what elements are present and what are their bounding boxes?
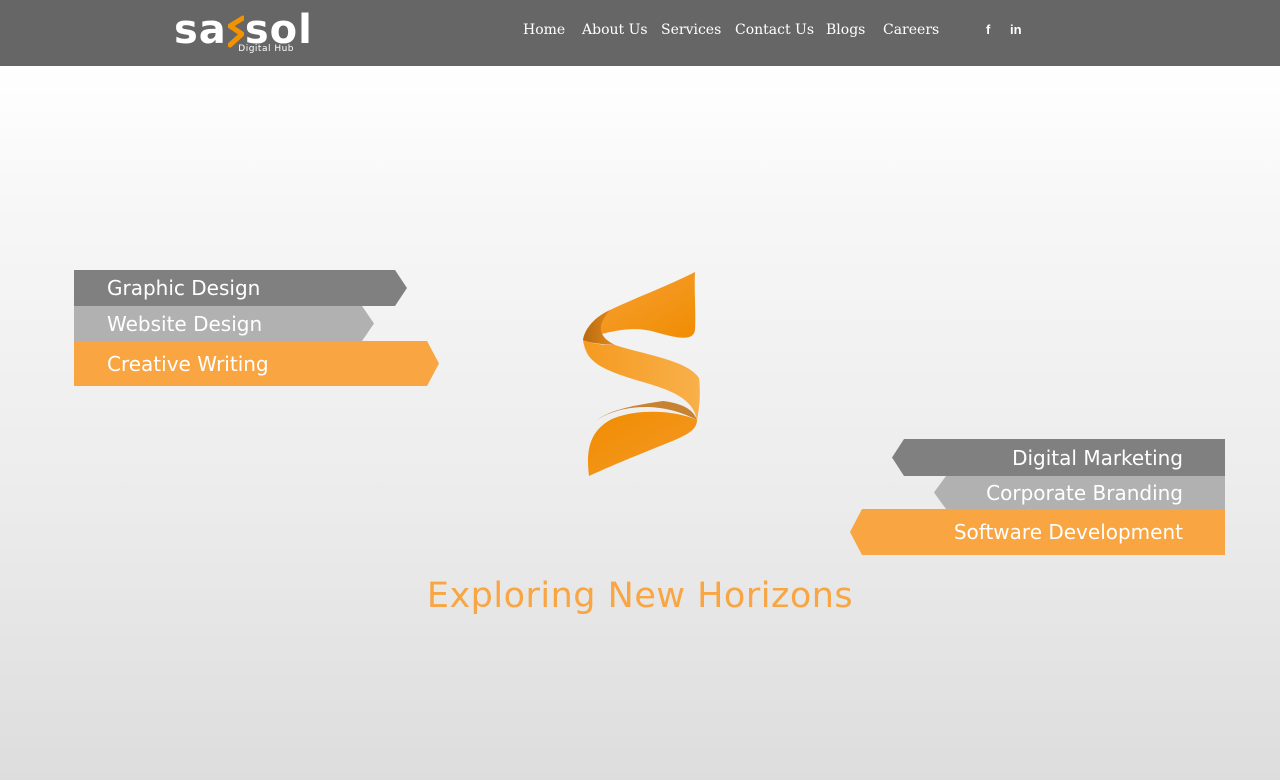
service-ribbon-graphic-design: Graphic Design [74, 270, 407, 306]
linkedin-icon[interactable]: in [1010, 22, 1022, 42]
nav-about-us[interactable]: About Us [582, 22, 648, 38]
logo-subtitle: Digital Hub [238, 44, 294, 54]
service-ribbon-website-design: Website Design [74, 306, 374, 341]
facebook-icon[interactable]: f [986, 22, 990, 42]
service-label: Graphic Design [107, 276, 261, 300]
service-ribbon-software-development: Software Development [850, 509, 1225, 555]
top-navigation-bar: sa sol Digital Hub Home About Us Service… [0, 0, 1280, 66]
nav-contact-us[interactable]: Contact Us [735, 22, 814, 38]
nav-home[interactable]: Home [523, 22, 565, 38]
service-label: Creative Writing [107, 351, 269, 376]
nav-careers[interactable]: Careers [883, 22, 939, 38]
nav-services[interactable]: Services [661, 22, 721, 38]
logo-word-left: sa [174, 7, 227, 53]
service-label: Software Development [953, 520, 1183, 544]
service-label: Digital Marketing [1012, 445, 1183, 470]
sassol-logo[interactable]: sa sol Digital Hub [174, 4, 312, 58]
hero-tagline: Exploring New Horizons [426, 576, 854, 616]
service-ribbon-corporate-branding: Corporate Branding [934, 476, 1225, 509]
s-ribbon-logo-icon [583, 272, 700, 476]
service-ribbon-creative-writing: Creative Writing [74, 341, 439, 386]
service-label: Website Design [107, 311, 263, 336]
service-label: Corporate Branding [986, 480, 1183, 505]
nav-blogs[interactable]: Blogs [826, 22, 865, 38]
service-ribbon-digital-marketing: Digital Marketing [892, 439, 1225, 476]
